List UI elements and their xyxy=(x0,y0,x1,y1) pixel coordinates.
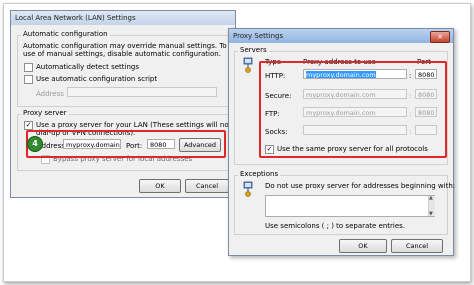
proxy-server-group-label: Proxy server xyxy=(21,109,69,117)
proxy-title: Proxy Settings xyxy=(233,32,284,40)
auto-config-group-label: Automatic configuration xyxy=(21,30,110,38)
exceptions-note: Use semicolons ( ; ) to separate entries… xyxy=(265,222,406,230)
proxy-ok-button[interactable]: OK xyxy=(339,239,387,253)
use-script-checkbox[interactable] xyxy=(24,75,33,84)
auto-detect-checkbox[interactable] xyxy=(24,63,33,72)
step-badge: 4 xyxy=(27,136,43,152)
auto-config-desc-2: use of manual settings, disable automati… xyxy=(23,50,221,58)
use-script-label: Use automatic configuration script xyxy=(36,75,158,83)
servers-group-label: Servers xyxy=(238,46,269,54)
close-icon[interactable]: ✕ xyxy=(430,31,450,43)
use-proxy-checkbox[interactable]: ✓ xyxy=(24,121,33,130)
lan-title: Local Area Network (LAN) Settings xyxy=(15,14,136,22)
lan-cancel-button[interactable]: Cancel xyxy=(185,179,229,193)
script-address-input[interactable] xyxy=(67,87,217,97)
exceptions-scrollbar[interactable]: ▲ ▼ xyxy=(428,195,435,217)
scroll-up-icon[interactable]: ▲ xyxy=(429,195,433,201)
lan-ok-button[interactable]: OK xyxy=(139,179,181,193)
scroll-down-icon[interactable]: ▼ xyxy=(429,211,433,217)
exceptions-group-label: Exceptions xyxy=(238,170,281,178)
exceptions-desc: Do not use proxy server for addresses be… xyxy=(265,182,456,190)
exceptions-icon xyxy=(243,181,253,197)
proxy-address-highlight xyxy=(26,130,226,158)
exceptions-textarea[interactable] xyxy=(265,195,435,217)
network-icon xyxy=(243,57,253,73)
script-address-label: Address xyxy=(36,90,64,98)
proxy-title-bar: Proxy Settings xyxy=(229,29,453,43)
lan-title-bar: Local Area Network (LAN) Settings xyxy=(11,11,235,25)
servers-highlight xyxy=(259,61,447,158)
auto-detect-label: Automatically detect settings xyxy=(36,63,139,71)
lan-settings-dialog: Local Area Network (LAN) Settings Automa… xyxy=(10,10,267,198)
proxy-cancel-button[interactable]: Cancel xyxy=(391,239,443,253)
